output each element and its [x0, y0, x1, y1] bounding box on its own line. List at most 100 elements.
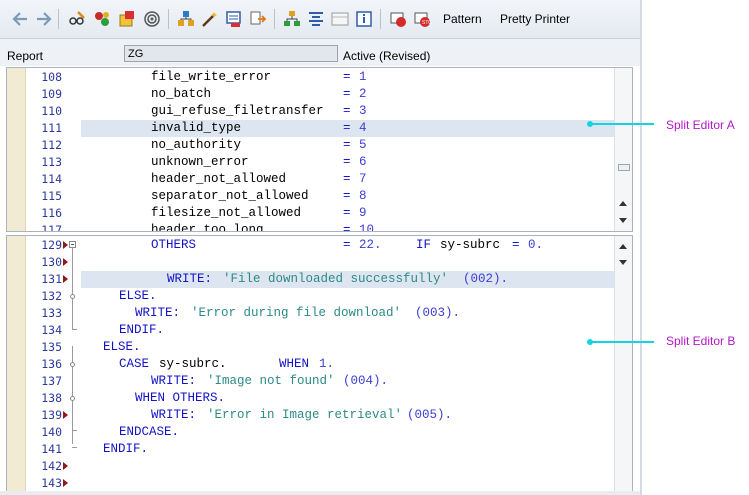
- line-number: 115: [41, 189, 62, 203]
- code-line[interactable]: 130: [7, 254, 632, 271]
- code-line[interactable]: 140 ENDCASE.: [7, 424, 632, 441]
- back-arrow-icon[interactable]: [11, 10, 29, 28]
- forward-arrow-icon[interactable]: [35, 10, 53, 28]
- code-keyword: WHEN: [279, 357, 310, 371]
- info-icon[interactable]: [355, 10, 373, 28]
- vertical-scrollbar[interactable]: [614, 68, 632, 231]
- code-line[interactable]: 116 filesize_not_allowed = 9: [7, 205, 632, 222]
- code-text: gui_refuse_filetransfer: [151, 104, 324, 118]
- report-name-field[interactable]: ZG: [124, 45, 338, 62]
- panel-border: [640, 0, 642, 495]
- code-value: 5: [359, 138, 367, 152]
- code-keyword: WRITE:: [151, 374, 197, 388]
- object-list-icon[interactable]: [118, 10, 136, 28]
- split-editor-a-label: Split Editor A: [666, 118, 735, 132]
- hierarchy-icon[interactable]: [177, 10, 195, 28]
- code-line[interactable]: 112 no_authority = 5: [7, 137, 632, 154]
- code-line[interactable]: 108 file_write_error = 1: [7, 69, 632, 86]
- pattern-button[interactable]: Pattern: [443, 12, 482, 26]
- equals-sign: =: [343, 87, 351, 101]
- vertical-scrollbar[interactable]: [614, 236, 632, 491]
- code-value: 8: [359, 189, 367, 203]
- breakpoint-icon[interactable]: [389, 10, 407, 28]
- scroll-up-arrow-icon[interactable]: [619, 244, 627, 249]
- code-keyword: WRITE:: [167, 272, 213, 286]
- code-string: 'Image not found': [207, 374, 335, 388]
- code-line[interactable]: 114 header_not_allowed = 7: [7, 171, 632, 188]
- tree-icon[interactable]: [283, 10, 301, 28]
- code-line[interactable]: 133 WRITE: 'Error during file download' …: [7, 305, 632, 322]
- toolbar-separator: [274, 9, 275, 29]
- code-text: no_authority: [151, 138, 242, 152]
- line-number: 108: [41, 70, 62, 84]
- line-number: 140: [41, 425, 62, 439]
- equals-sign: =: [343, 206, 351, 220]
- equals-sign: =: [343, 70, 351, 84]
- equals-sign: =: [343, 104, 351, 118]
- code-line[interactable]: 129 OTHERS = 22. IF sy-subrc = 0.: [7, 237, 632, 254]
- line-number: 129: [41, 238, 62, 252]
- line-number: 110: [41, 104, 62, 118]
- equals-sign: =: [512, 238, 520, 252]
- activate-icon[interactable]: [93, 10, 111, 28]
- code-line[interactable]: 131 WRITE: 'File downloaded successfully…: [7, 271, 632, 288]
- code-string: 'File downloaded successfully': [223, 272, 449, 286]
- magic-wand-icon[interactable]: [201, 10, 219, 28]
- equals-sign: =: [343, 121, 351, 135]
- equals-sign: =: [343, 172, 351, 186]
- line-number: 112: [41, 138, 62, 152]
- line-number: 135: [41, 340, 62, 354]
- code-line[interactable]: 115 separator_not_allowed = 8: [7, 188, 632, 205]
- code-value: (004).: [343, 374, 389, 388]
- code-line[interactable]: 132 ELSE.: [7, 288, 632, 305]
- code-line[interactable]: 135 ELSE.: [7, 339, 632, 356]
- code-keyword: ENDCASE.: [119, 425, 180, 439]
- glasses-pencil-icon[interactable]: [68, 10, 86, 28]
- code-keyword: CASE: [119, 357, 150, 371]
- line-number: 133: [41, 306, 62, 320]
- code-value: 0.: [528, 238, 544, 252]
- code-keyword: ELSE.: [119, 289, 157, 303]
- code-keyword: IF: [416, 238, 432, 252]
- code-line[interactable]: 136 CASE sy-subrc. WHEN 1.: [7, 356, 632, 373]
- scroll-up-arrow-icon[interactable]: [619, 201, 627, 206]
- code-value: 9: [359, 206, 367, 220]
- equals-sign: =: [343, 138, 351, 152]
- code-line[interactable]: 117 header_too_long = 10: [7, 222, 632, 232]
- svg-text:STOP: STOP: [422, 20, 431, 26]
- split-editor-a[interactable]: 108 file_write_error = 1 109 no_batch = …: [6, 67, 633, 232]
- code-line[interactable]: 137 WRITE: 'Image not found' (004).: [7, 373, 632, 390]
- navigate-icon[interactable]: [249, 10, 267, 28]
- code-text: filesize_not_allowed: [151, 206, 302, 220]
- pretty-printer-button[interactable]: Pretty Printer: [500, 12, 570, 26]
- code-value: (002).: [463, 272, 509, 286]
- code-line[interactable]: 134 ENDIF.: [7, 322, 632, 339]
- stop-icon[interactable]: STOP: [413, 10, 431, 28]
- code-line[interactable]: 139 WRITE: 'Error in Image retrieval' (0…: [7, 407, 632, 424]
- code-line[interactable]: 142: [7, 458, 632, 475]
- scroll-down-arrow-icon[interactable]: [619, 218, 627, 223]
- display-object-icon[interactable]: [225, 10, 243, 28]
- right-side-area: [640, 0, 749, 495]
- where-used-icon[interactable]: [143, 10, 161, 28]
- line-number: 138: [41, 391, 62, 405]
- code-line[interactable]: 138 WHEN OTHERS.: [7, 390, 632, 407]
- line-number: 134: [41, 323, 62, 337]
- code-value: 4: [359, 121, 367, 135]
- code-string: 'Error during file download': [191, 306, 402, 320]
- code-value: 1: [359, 70, 367, 84]
- code-line[interactable]: 111 invalid_type = 4: [7, 120, 632, 137]
- line-number: 117: [41, 223, 62, 232]
- scrollbar-thumb[interactable]: [618, 164, 630, 171]
- code-line[interactable]: 143: [7, 475, 632, 491]
- code-line[interactable]: 113 unknown_error = 6: [7, 154, 632, 171]
- code-line[interactable]: 110 gui_refuse_filetransfer = 3: [7, 103, 632, 120]
- pretty-print-icon[interactable]: [307, 10, 325, 28]
- code-line[interactable]: 141 ENDIF.: [7, 441, 632, 458]
- split-editor-b[interactable]: 129 OTHERS = 22. IF sy-subrc = 0. 130 13…: [6, 235, 633, 492]
- toggle-panel-icon[interactable]: [331, 10, 349, 28]
- code-line[interactable]: 109 no_batch = 2: [7, 86, 632, 103]
- line-number: 137: [41, 374, 62, 388]
- line-number: 132: [41, 289, 62, 303]
- scroll-down-arrow-icon[interactable]: [619, 260, 627, 265]
